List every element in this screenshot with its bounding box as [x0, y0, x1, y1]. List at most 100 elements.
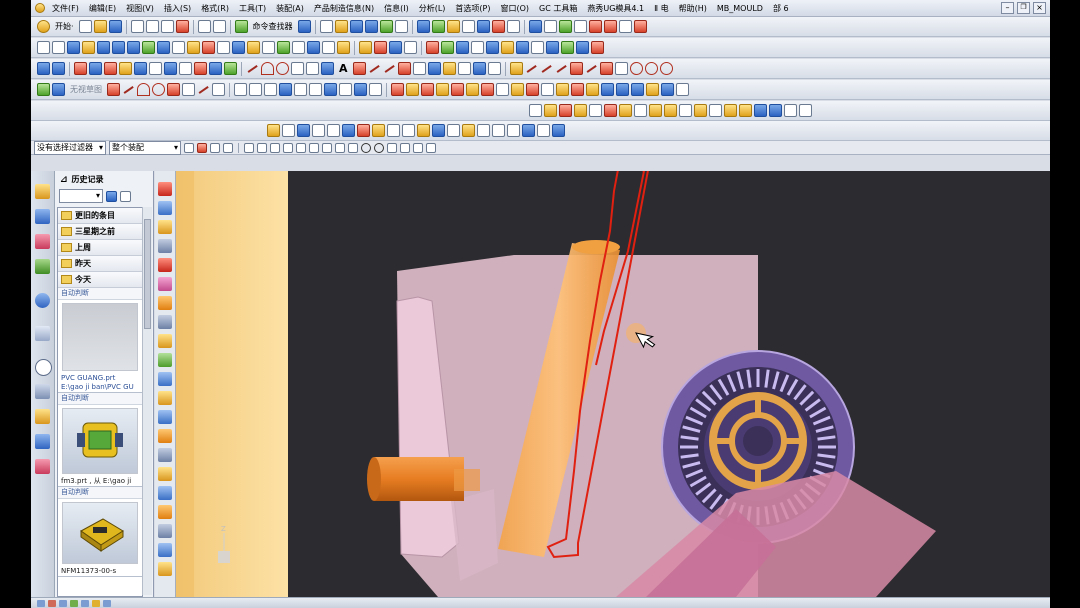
mold-tool-10-icon[interactable] — [526, 83, 539, 96]
history-tab-icon[interactable] — [35, 326, 50, 341]
menu-window[interactable]: 窗口(O) — [495, 0, 534, 17]
status-select-icon[interactable] — [37, 599, 45, 607]
analysis-9-icon[interactable] — [387, 124, 400, 137]
sketch-cross-icon[interactable] — [555, 62, 568, 75]
chamfer-icon[interactable] — [307, 41, 320, 54]
scrollbar-thumb[interactable] — [144, 219, 151, 329]
draw-fillet-icon[interactable] — [167, 83, 180, 96]
open-folder-icon[interactable] — [93, 20, 107, 33]
window-layout-icon[interactable] — [319, 20, 333, 33]
curve-icon[interactable] — [588, 20, 602, 33]
sketch-trim-icon[interactable] — [585, 62, 598, 75]
analysis-11-icon[interactable] — [417, 124, 430, 137]
status-grid-icon[interactable] — [103, 599, 111, 607]
type-filter-select[interactable]: 没有选择过滤器 — [34, 140, 106, 155]
mold-tool-7-icon[interactable] — [481, 83, 494, 96]
mold-bom-icon[interactable] — [679, 104, 692, 117]
history-view-select[interactable] — [59, 189, 103, 203]
menu-help[interactable]: 帮助(H) — [674, 0, 712, 17]
alternate-solution-icon[interactable] — [354, 83, 367, 96]
rectangle-icon[interactable] — [37, 41, 50, 54]
mold-pocket-icon[interactable] — [664, 104, 677, 117]
material-icon[interactable] — [591, 41, 604, 54]
curve-analysis-icon[interactable] — [472, 62, 486, 75]
color-square-icon[interactable] — [441, 41, 454, 54]
menu-view[interactable]: 视图(V) — [121, 0, 159, 17]
sketch-name-field[interactable]: 无视草图 — [67, 84, 105, 95]
menu-gc-toolkit[interactable]: GC 工具箱 — [534, 0, 582, 17]
draw-polygon-icon[interactable] — [212, 83, 225, 96]
menu-information[interactable]: 信息(I) — [379, 0, 414, 17]
mold-tool-3-icon[interactable] — [421, 83, 434, 96]
thicken-icon[interactable] — [322, 41, 335, 54]
patch-icon[interactable] — [127, 41, 140, 54]
animate-dim-icon[interactable] — [369, 83, 382, 96]
polygon-icon[interactable] — [306, 62, 319, 75]
command-finder-button[interactable]: 命令查找器 — [250, 21, 296, 32]
feature-7-icon[interactable] — [158, 296, 172, 310]
part-thumbnail[interactable] — [62, 408, 138, 474]
clock-icon[interactable] — [35, 359, 52, 376]
layer-icon[interactable] — [379, 20, 393, 33]
ribbon-icon[interactable] — [97, 41, 110, 54]
analysis-8-icon[interactable] — [372, 124, 385, 137]
sketch-plane-icon[interactable] — [52, 83, 65, 96]
view-orient-icon[interactable] — [364, 20, 378, 33]
analysis-tab-icon[interactable] — [35, 434, 50, 449]
mold-tool-15-icon[interactable] — [601, 83, 614, 96]
profile-icon[interactable] — [107, 83, 120, 96]
quick-trim-icon[interactable] — [234, 83, 247, 96]
mold-ejector-icon[interactable] — [604, 104, 617, 117]
back-arrow-icon[interactable] — [106, 190, 117, 202]
part-thumbnail[interactable] — [62, 502, 138, 564]
system-materials-tab-icon[interactable] — [35, 384, 50, 399]
mold-tool-9-icon[interactable] — [511, 83, 524, 96]
close-icon[interactable]: × — [1033, 2, 1046, 14]
boss-icon[interactable] — [119, 62, 132, 75]
tag-icon[interactable] — [247, 41, 260, 54]
mold-tool-18-icon[interactable] — [646, 83, 659, 96]
snap-arc-center-icon[interactable] — [374, 142, 384, 153]
mold-tool-11-icon[interactable] — [541, 83, 554, 96]
feature-18-icon[interactable] — [158, 505, 172, 519]
ellipse-icon[interactable] — [321, 62, 334, 75]
feature-8-icon[interactable] — [158, 315, 172, 329]
mold-tool-13-icon[interactable] — [571, 83, 584, 96]
face-icon[interactable] — [142, 41, 155, 54]
delete-icon[interactable] — [175, 20, 189, 33]
web-browser-tab-icon[interactable] — [35, 293, 50, 308]
filter-link-icon[interactable] — [223, 142, 233, 153]
analysis-18-icon[interactable] — [522, 124, 535, 137]
minimize-icon[interactable]: – — [1001, 2, 1014, 14]
analysis-6-icon[interactable] — [342, 124, 355, 137]
analysis-20-icon[interactable] — [552, 124, 565, 137]
sketch-circle3-icon[interactable] — [659, 62, 673, 75]
mold-cut-icon[interactable] — [544, 104, 557, 117]
menu-yanxiu-mold[interactable]: 燕秀UG模具4.1 — [582, 0, 649, 17]
convert-ref-icon[interactable] — [339, 83, 352, 96]
save-icon[interactable] — [108, 20, 122, 33]
text-tool-icon[interactable]: A — [336, 62, 351, 75]
feature-16-icon[interactable] — [158, 467, 172, 481]
draw-rect-icon[interactable] — [182, 83, 195, 96]
parting-icon[interactable] — [374, 41, 387, 54]
trim-curve-icon[interactable] — [368, 62, 381, 75]
history-group-today[interactable]: 今天 — [58, 272, 142, 288]
extend-icon[interactable] — [202, 41, 215, 54]
snap-bookmark-icon[interactable] — [426, 142, 436, 153]
hand-icon[interactable] — [509, 62, 523, 75]
extend-curve-icon[interactable] — [383, 62, 396, 75]
move-component-icon[interactable] — [573, 20, 587, 33]
analysis-10-icon[interactable] — [402, 124, 415, 137]
menu-electrode[interactable]: Ⅱ 电 — [649, 0, 673, 17]
mold-tool-12-icon[interactable] — [556, 83, 569, 96]
window-icon[interactable] — [531, 41, 544, 54]
mirror-curve-icon[interactable] — [412, 62, 426, 75]
sketch-fillet-icon[interactable] — [599, 62, 613, 75]
menu-tools[interactable]: 工具(T) — [234, 0, 271, 17]
mold-check-icon[interactable] — [529, 104, 542, 117]
camera-icon[interactable] — [471, 41, 484, 54]
draw-point-icon[interactable] — [197, 83, 210, 96]
feature-2-icon[interactable] — [158, 201, 172, 215]
part-thumbnail[interactable] — [62, 303, 138, 371]
